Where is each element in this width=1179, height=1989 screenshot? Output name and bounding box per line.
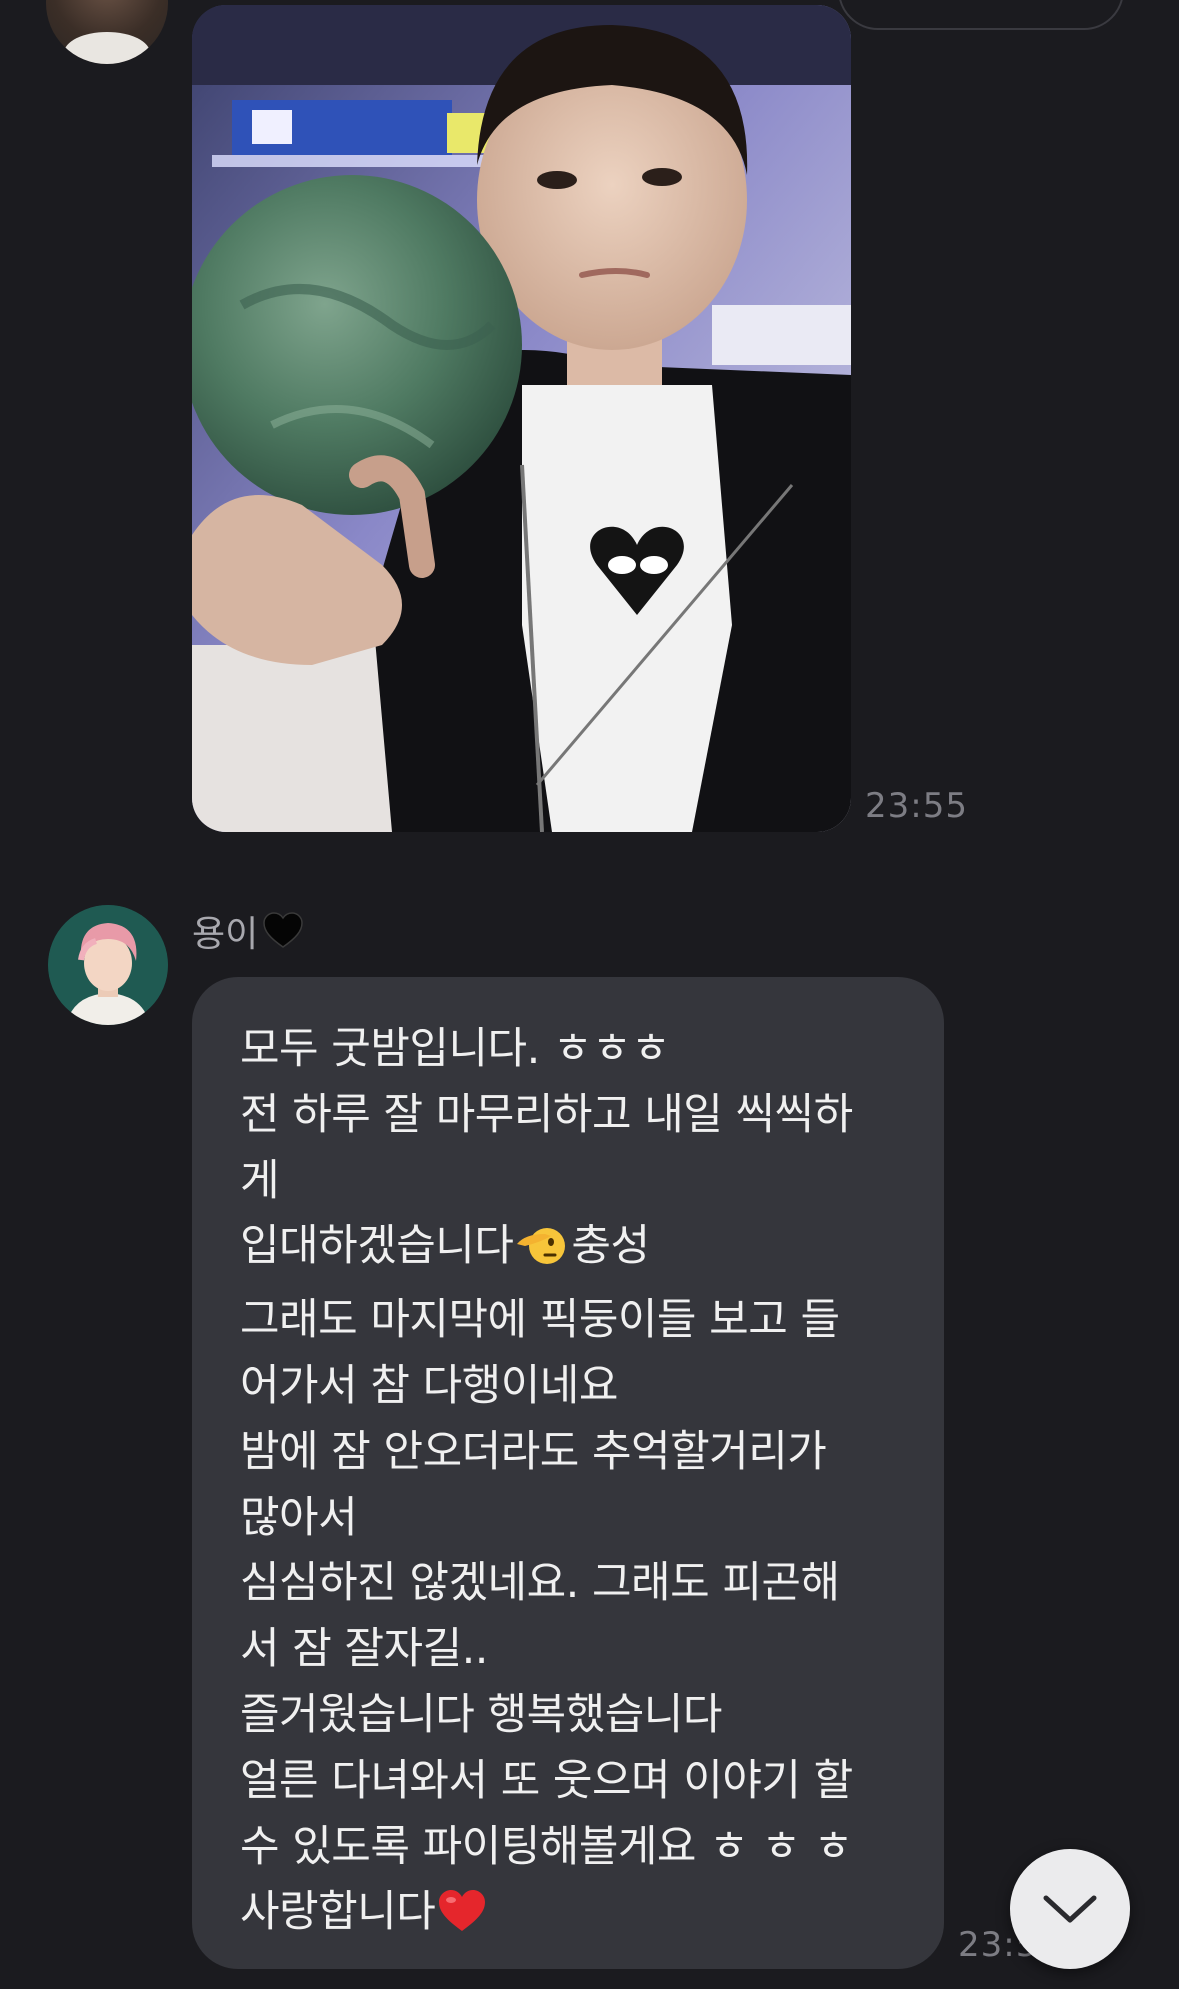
photo-message[interactable] <box>192 5 851 832</box>
sender-avatar[interactable] <box>48 905 168 1025</box>
photo-image <box>192 5 851 832</box>
message-line: 서 잠 잘자길.. <box>240 1624 488 1675</box>
message-text: 충성 <box>571 1221 650 1272</box>
saluting-face-icon <box>515 1222 566 1288</box>
red-heart-icon <box>437 1888 487 1954</box>
message-bubble[interactable]: 모두 굿밤입니다. ㅎㅎㅎ 전 하루 잘 마무리하고 내일 씩씩하 게 입대하겠… <box>192 977 944 1969</box>
sender-name-row: 용이 <box>192 905 304 957</box>
message-line: 얼른 다녀와서 또 웃으며 이야기 할 <box>240 1755 853 1806</box>
message-line: 어가서 참 다행이네요 <box>240 1360 618 1411</box>
message-line: 많아서 <box>240 1492 358 1543</box>
previous-message-bubble <box>838 0 1124 30</box>
black-heart-icon <box>262 910 304 952</box>
message-text: 입대하겠습니다 <box>240 1221 514 1272</box>
message-line: 그래도 마지막에 픽둥이들 보고 들 <box>240 1295 840 1346</box>
message-text: 사랑합니다 <box>240 1887 436 1938</box>
sender-name: 용이 <box>192 914 259 955</box>
message-line: 수 있도록 파이팅해볼게요 ㅎ ㅎ ㅎ <box>240 1821 853 1872</box>
chevron-down-icon <box>1043 1895 1097 1923</box>
avatar-image <box>48 905 168 1025</box>
message-line: 모두 굿밤입니다. ㅎㅎㅎ <box>240 1024 671 1074</box>
message-line-with-emoji: 사랑합니다 <box>240 1880 900 1954</box>
message-line: 심심하진 않겠네요. 그래도 피곤해 <box>240 1558 840 1609</box>
message-line: 게 <box>240 1155 280 1206</box>
message-line: 즐거웠습니다 행복했습니다 <box>240 1689 722 1740</box>
message-line: 전 하루 잘 마무리하고 내일 씩씩하 <box>240 1089 853 1140</box>
message-line: 밤에 잠 안오더라도 추억할거리가 <box>240 1426 827 1477</box>
photo-timestamp: 23:55 <box>865 786 968 826</box>
previous-sender-avatar[interactable] <box>46 0 168 64</box>
scroll-to-bottom-button[interactable] <box>1010 1849 1130 1969</box>
message-line-with-emoji: 입대하겠습니다 충성 <box>240 1214 900 1288</box>
